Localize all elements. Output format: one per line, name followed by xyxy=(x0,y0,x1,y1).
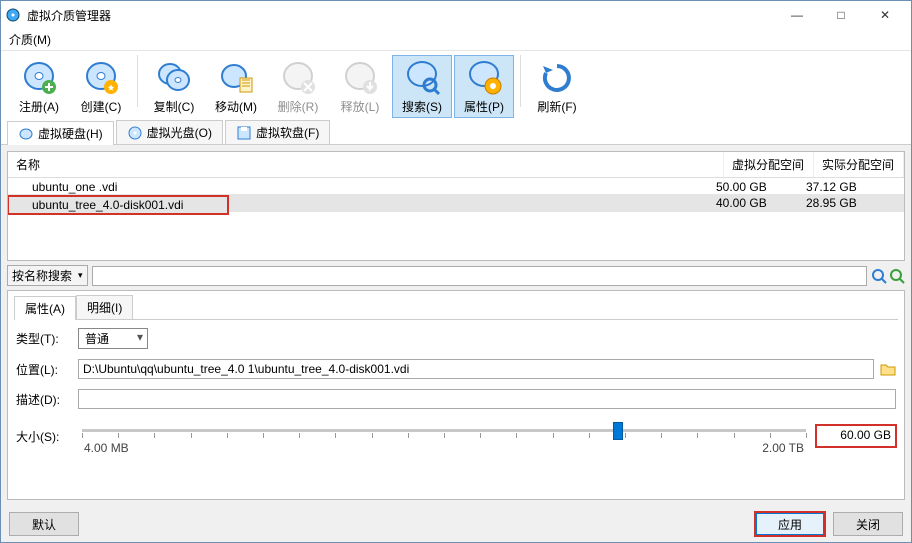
media-tabs: 虚拟硬盘(H) 虚拟光盘(O) 虚拟软盘(F) xyxy=(1,118,911,145)
size-min: 4.00 MB xyxy=(84,441,129,455)
type-combo[interactable]: 普通 xyxy=(78,328,148,349)
copy-button[interactable]: 复制(C) xyxy=(144,55,204,118)
search-bar: 按名称搜索▾ xyxy=(7,265,905,286)
close-button[interactable]: 关闭 xyxy=(833,512,903,536)
search-icon[interactable] xyxy=(871,268,887,284)
size-label: 大小(S): xyxy=(16,428,72,445)
col-name[interactable]: 名称 xyxy=(8,152,724,177)
move-button[interactable]: 移动(M) xyxy=(206,55,266,118)
menu-media[interactable]: 介质(M) xyxy=(9,33,51,47)
button-bar: 默认 应用 关闭 xyxy=(1,506,911,542)
disk-list: 名称 虚拟分配空间 实际分配空间 ubuntu_one .vdi 50.00 G… xyxy=(7,151,905,261)
search-button[interactable]: 搜索(S) xyxy=(392,55,452,118)
delete-button[interactable]: 删除(R) xyxy=(268,55,328,118)
app-icon xyxy=(5,7,21,23)
browse-folder-icon[interactable] xyxy=(880,361,896,377)
disk-new-icon xyxy=(83,60,119,96)
disk-search-icon xyxy=(404,60,440,96)
search-next-icon[interactable] xyxy=(889,268,905,284)
desc-label: 描述(D): xyxy=(16,391,72,408)
separator xyxy=(137,55,138,107)
size-value-input[interactable]: 60.00 GB xyxy=(816,425,896,447)
col-virtual[interactable]: 虚拟分配空间 xyxy=(724,152,814,177)
disk-plus-icon xyxy=(21,60,57,96)
slider-thumb[interactable] xyxy=(613,422,623,440)
tab-fd[interactable]: 虚拟软盘(F) xyxy=(225,120,330,144)
default-button[interactable]: 默认 xyxy=(9,512,79,536)
ptab-properties[interactable]: 属性(A) xyxy=(14,296,76,320)
list-row-selected[interactable]: ubuntu_tree_4.0-disk001.vdi xyxy=(8,196,228,214)
register-button[interactable]: 注册(A) xyxy=(9,55,69,118)
toolbar: 注册(A) 创建(C) 复制(C) 移动(M) 删除(R) 释放(L) 搜索(S… xyxy=(1,51,911,118)
location-input[interactable] xyxy=(78,359,874,379)
separator xyxy=(520,55,521,107)
size-max: 2.00 TB xyxy=(762,441,804,455)
hdd-icon xyxy=(18,126,34,142)
apply-button[interactable]: 应用 xyxy=(755,512,825,536)
window-title: 虚拟介质管理器 xyxy=(27,7,775,24)
release-button[interactable]: 释放(L) xyxy=(330,55,390,118)
location-label: 位置(L): xyxy=(16,361,72,378)
search-input[interactable] xyxy=(92,266,867,286)
refresh-button[interactable]: 刷新(F) xyxy=(527,55,587,118)
floppy-icon xyxy=(236,125,252,141)
menubar: 介质(M) xyxy=(1,29,911,51)
disk-release-icon xyxy=(342,60,378,96)
list-row[interactable]: ubuntu_one .vdi 50.00 GB 37.12 GB xyxy=(8,178,904,196)
tab-cd[interactable]: 虚拟光盘(O) xyxy=(116,120,223,144)
disk-copy-icon xyxy=(156,60,192,96)
cd-icon xyxy=(127,125,143,141)
close-window-button[interactable]: ✕ xyxy=(863,2,907,28)
properties-panel: 属性(A) 明细(I) 类型(T): 普通 位置(L): 描述(D): xyxy=(7,290,905,500)
search-mode-combo[interactable]: 按名称搜索▾ xyxy=(7,265,88,286)
disk-move-icon xyxy=(218,60,254,96)
properties-button[interactable]: 属性(P) xyxy=(454,55,514,118)
desc-input[interactable] xyxy=(78,389,896,409)
refresh-icon xyxy=(539,60,575,96)
type-label: 类型(T): xyxy=(16,330,72,347)
tab-hdd[interactable]: 虚拟硬盘(H) xyxy=(7,121,114,145)
app-window: 虚拟介质管理器 ― □ ✕ 介质(M) 注册(A) 创建(C) 复制(C) 移动… xyxy=(0,0,912,543)
col-actual[interactable]: 实际分配空间 xyxy=(814,152,904,177)
maximize-button[interactable]: □ xyxy=(819,2,863,28)
minimize-button[interactable]: ― xyxy=(775,2,819,28)
create-button[interactable]: 创建(C) xyxy=(71,55,131,118)
disk-gear-icon xyxy=(466,60,502,96)
disk-delete-icon xyxy=(280,60,316,96)
list-header: 名称 虚拟分配空间 实际分配空间 xyxy=(8,152,904,178)
titlebar: 虚拟介质管理器 ― □ ✕ xyxy=(1,1,911,29)
ptab-detail[interactable]: 明细(I) xyxy=(76,295,133,319)
size-slider[interactable]: 4.00 MB 2.00 TB xyxy=(82,419,806,453)
